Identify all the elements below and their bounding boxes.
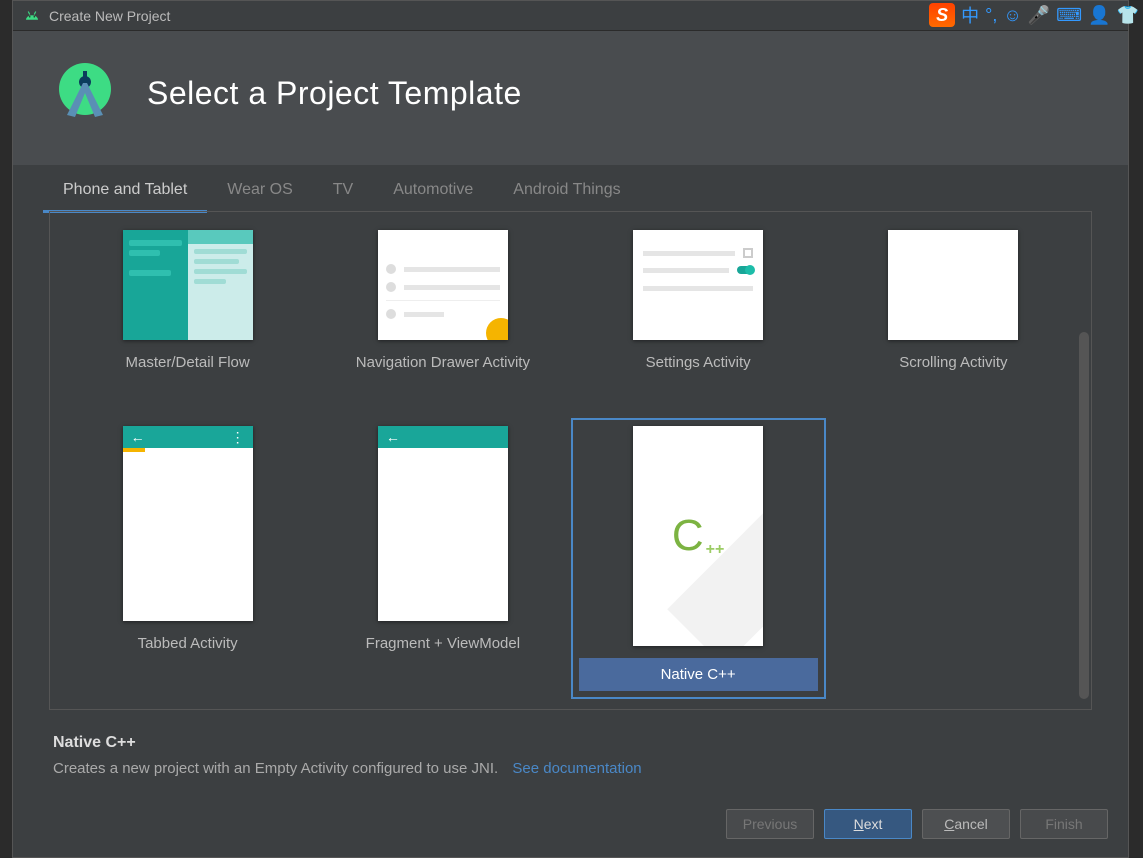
ime-punct-icon[interactable]: °, xyxy=(985,5,997,26)
selection-title: Native C++ xyxy=(53,734,1088,752)
ime-toolbar: S 中 °, ☺ 🎤 ⌨ 👤 👕 xyxy=(925,0,1143,30)
platform-tabs: Phone and Tablet Wear OS TV Automotive A… xyxy=(13,165,1128,211)
wizard-header: Select a Project Template xyxy=(13,31,1128,165)
template-master-detail[interactable]: Master/Detail Flow xyxy=(60,222,315,418)
template-native-cpp[interactable]: C++ Native C++ xyxy=(571,418,826,699)
sogou-ime-icon[interactable]: S xyxy=(929,3,955,27)
template-label: Navigation Drawer Activity xyxy=(356,354,530,371)
template-scrolling[interactable]: Scrolling Activity xyxy=(826,222,1081,418)
selection-info: Native C++ Creates a new project with an… xyxy=(13,720,1128,795)
template-tabbed[interactable]: ←⋮ Tabbed Activity xyxy=(60,418,315,699)
tab-phone-tablet[interactable]: Phone and Tablet xyxy=(43,165,207,211)
template-gallery: Master/Detail Flow Navigation Drawer Act… xyxy=(49,211,1092,710)
window-title: Create New Project xyxy=(49,8,170,24)
finish-button[interactable]: Finish xyxy=(1020,809,1108,839)
tab-android-things[interactable]: Android Things xyxy=(493,165,640,211)
page-title: Select a Project Template xyxy=(147,75,522,112)
tab-tv[interactable]: TV xyxy=(313,165,373,211)
wizard-window: Create New Project Select a Project Temp… xyxy=(12,0,1129,858)
ime-emoji-icon[interactable]: ☺ xyxy=(1003,5,1021,26)
tab-automotive[interactable]: Automotive xyxy=(373,165,493,211)
template-label: Tabbed Activity xyxy=(138,635,238,652)
template-fragment-viewmodel[interactable]: ← Fragment + ViewModel xyxy=(315,418,570,699)
gallery-scrollbar[interactable] xyxy=(1079,332,1089,699)
tab-wear-os[interactable]: Wear OS xyxy=(207,165,313,211)
cancel-button[interactable]: Cancel xyxy=(922,809,1010,839)
wizard-buttons: Previous Next Cancel Finish xyxy=(13,795,1128,857)
next-button[interactable]: Next xyxy=(824,809,912,839)
template-label: Fragment + ViewModel xyxy=(366,635,520,652)
documentation-link[interactable]: See documentation xyxy=(512,760,641,777)
ime-shirt-icon[interactable]: 👕 xyxy=(1117,5,1139,26)
template-settings[interactable]: Settings Activity xyxy=(571,222,826,418)
ime-mic-icon[interactable]: 🎤 xyxy=(1028,5,1050,26)
template-label: Native C++ xyxy=(579,658,818,691)
android-studio-logo xyxy=(53,61,117,125)
previous-button[interactable]: Previous xyxy=(726,809,814,839)
template-nav-drawer[interactable]: Navigation Drawer Activity xyxy=(315,222,570,418)
selection-description: Creates a new project with an Empty Acti… xyxy=(53,760,498,777)
template-label: Master/Detail Flow xyxy=(126,354,250,371)
ime-keyboard-icon[interactable]: ⌨ xyxy=(1056,5,1082,26)
android-studio-icon xyxy=(23,9,41,23)
template-label: Settings Activity xyxy=(646,354,751,371)
template-label: Scrolling Activity xyxy=(899,354,1007,371)
ime-user-icon[interactable]: 👤 xyxy=(1088,5,1110,26)
ime-lang[interactable]: 中 xyxy=(961,2,979,28)
